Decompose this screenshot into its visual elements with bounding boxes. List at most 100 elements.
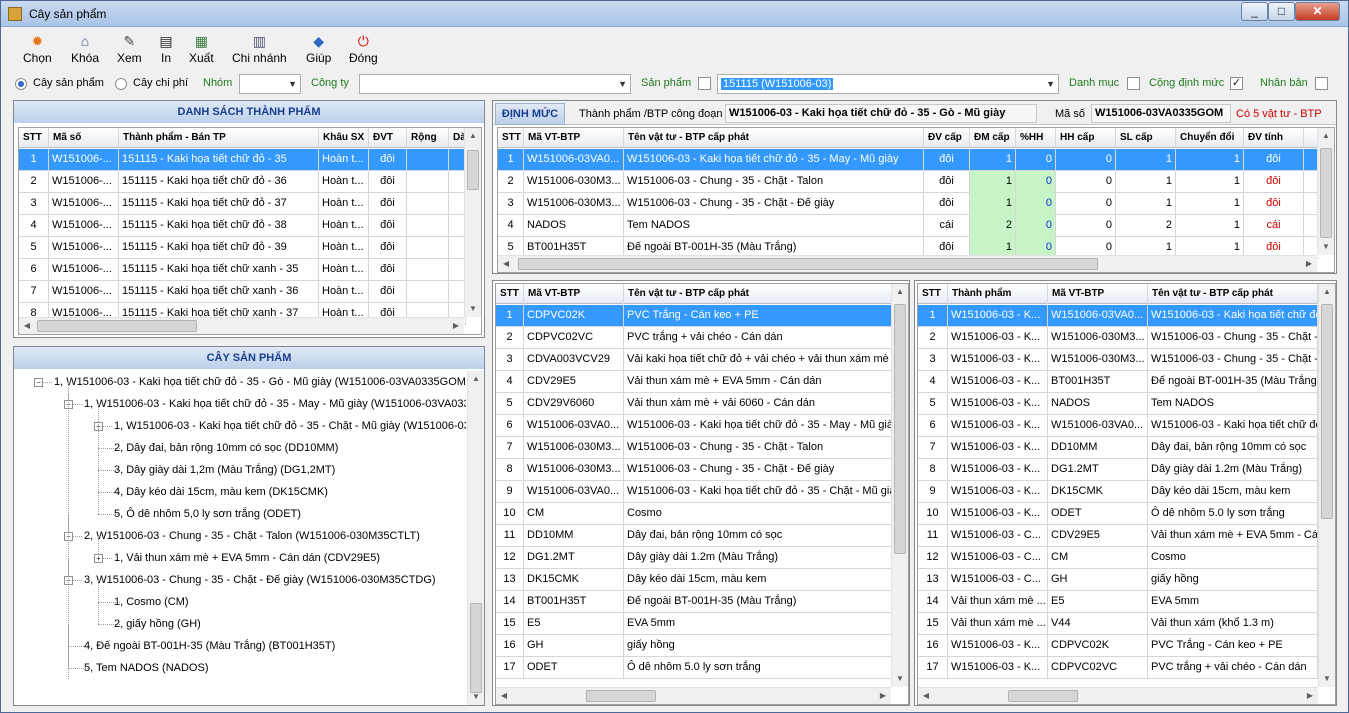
- mapping-row[interactable]: 11 W151006-03 - C... CDV29E5 Vải thun xám m…: [918, 525, 1320, 547]
- column-header[interactable]: Tên vật tư - BTP cấp phát: [624, 128, 924, 148]
- column-header[interactable]: ĐV cấp: [924, 128, 970, 148]
- material-row[interactable]: 16 GH giấy hồng: [496, 635, 893, 657]
- scroll-thumb[interactable]: [894, 304, 906, 554]
- column-header[interactable]: %HH: [1016, 128, 1056, 148]
- material-row[interactable]: 6 W151006-03VA0... W151006-03 - Kaki họa t…: [496, 415, 893, 437]
- scroll-down-icon[interactable]: ▼: [1319, 671, 1335, 687]
- toolbar-button-lock[interactable]: ⌂ Khóa: [71, 33, 99, 69]
- material-row[interactable]: 7 W151006-030M3... W151006-03 - Chung - 35…: [496, 437, 893, 459]
- product-combo[interactable]: 151115 (W151006-03) ▼: [717, 74, 1059, 94]
- tree-node[interactable]: 2, giấy hồng (GH): [114, 613, 201, 635]
- toolbar-button-printer[interactable]: ▤ In: [157, 33, 175, 69]
- mapping-row[interactable]: 13 W151006-03 - C... GH giấy hồng: [918, 569, 1320, 591]
- scroll-up-icon[interactable]: ▲: [892, 284, 908, 300]
- column-header[interactable]: SL cấp: [1116, 128, 1176, 148]
- material-row[interactable]: 5 CDV29V6060 Vải thun xám mè + vải 6060 - …: [496, 393, 893, 415]
- scroll-up-icon[interactable]: ▲: [465, 128, 481, 144]
- column-header[interactable]: Mã VT-BTP: [524, 128, 624, 148]
- tree-vertical-scrollbar[interactable]: ▲ ▼: [467, 371, 484, 705]
- scroll-right-icon[interactable]: ▶: [448, 318, 464, 334]
- column-header[interactable]: STT: [918, 284, 948, 304]
- material-row[interactable]: 12 DG1.2MT Dây giày dài 1.2m (Màu Trắng): [496, 547, 893, 569]
- column-header[interactable]: ĐM cấp: [970, 128, 1016, 148]
- finished-product-row[interactable]: 5 W151006-... 151115 - Kaki họa tiết chữ đ…: [19, 237, 466, 259]
- finished-product-row[interactable]: 4 W151006-... 151115 - Kaki họa tiết chữ đ…: [19, 215, 466, 237]
- mapping-row[interactable]: 16 W151006-03 - K... CDPVC02K PVC Trắng - C…: [918, 635, 1320, 657]
- tree-node[interactable]: 2, W151006-03 - Chung - 35 - Chặt - Talo…: [84, 525, 420, 547]
- finished-product-row[interactable]: 7 W151006-... 151115 - Kaki họa tiết chữ x…: [19, 281, 466, 303]
- scroll-left-icon[interactable]: ◀: [19, 318, 35, 334]
- g-finished-vertical-scrollbar[interactable]: ▲ ▼: [464, 128, 481, 317]
- material-row[interactable]: 17 ODET Ô dê nhôm 5.0 ly sơn trắng: [496, 657, 893, 679]
- material-row[interactable]: 13 DK15CMK Dây kéo dài 15cm, màu kem: [496, 569, 893, 591]
- material-row[interactable]: 15 E5 EVA 5mm: [496, 613, 893, 635]
- finished-product-row[interactable]: 3 W151006-... 151115 - Kaki họa tiết chữ đ…: [19, 193, 466, 215]
- norm-row[interactable]: 3 W151006-030M3... W151006-03 - Chung - 35…: [498, 193, 1319, 215]
- column-header[interactable]: ĐVT: [369, 128, 407, 148]
- mapping-row[interactable]: 10 W151006-03 - K... ODET Ô dê nhôm 5.0 ly …: [918, 503, 1320, 525]
- product-tree-radio[interactable]: [15, 78, 27, 90]
- g-map-vertical-scrollbar[interactable]: ▲ ▼: [1318, 284, 1335, 687]
- mapping-row[interactable]: 17 W151006-03 - K... CDPVC02VC PVC trắng + …: [918, 657, 1320, 679]
- tree-node[interactable]: 2, Dây đai, bản rộng 10mm có sọc (DD10MM…: [114, 437, 338, 459]
- column-header[interactable]: STT: [496, 284, 524, 304]
- scroll-thumb[interactable]: [1008, 690, 1078, 702]
- column-header[interactable]: ĐV tính: [1244, 128, 1304, 148]
- scroll-thumb[interactable]: [518, 258, 1098, 270]
- material-row[interactable]: 4 CDV29E5 Vải thun xám mè + EVA 5mm - Cán …: [496, 371, 893, 393]
- scroll-down-icon[interactable]: ▼: [468, 689, 484, 705]
- mapping-row[interactable]: 8 W151006-03 - K... DG1.2MT Dây giày dài 1.…: [918, 459, 1320, 481]
- material-row[interactable]: 11 DD10MM Dây đai, bản rộng 10mm có sọc: [496, 525, 893, 547]
- column-header[interactable]: Tên vật tư - BTP cấp phát: [624, 284, 892, 304]
- maximize-button[interactable]: □: [1268, 2, 1295, 21]
- tree-node[interactable]: 3, Dây giày dài 1,2m (Màu Trắng) (DG1,2M…: [114, 459, 335, 481]
- toolbar-button-view[interactable]: ✎ Xem: [117, 33, 142, 69]
- finished-product-row[interactable]: 6 W151006-... 151115 - Kaki họa tiết chữ x…: [19, 259, 466, 281]
- g-mat-horizontal-scrollbar[interactable]: ◀ ▶: [496, 687, 891, 704]
- toolbar-button-gear[interactable]: ✹ Chọn: [23, 33, 52, 69]
- g-map-horizontal-scrollbar[interactable]: ◀ ▶: [918, 687, 1318, 704]
- scroll-right-icon[interactable]: ▶: [1302, 688, 1318, 704]
- scroll-thumb[interactable]: [467, 150, 479, 190]
- toolbar-button-help[interactable]: ◆ Giúp: [306, 33, 331, 69]
- scroll-up-icon[interactable]: ▲: [1319, 284, 1335, 300]
- mapping-row[interactable]: 9 W151006-03 - K... DK15CMK Dây kéo dài 15c…: [918, 481, 1320, 503]
- toolbar-button-power[interactable]: ⏻ Đóng: [349, 33, 378, 69]
- norm-row[interactable]: 4 NADOS Tem NADOS cái 2 0 0 2 1 cái: [498, 215, 1319, 237]
- cost-tree-radio[interactable]: [115, 78, 127, 90]
- scroll-up-icon[interactable]: ▲: [1318, 128, 1334, 144]
- mapping-row[interactable]: 7 W151006-03 - K... DD10MM Dây đai, bản rộn…: [918, 437, 1320, 459]
- column-header[interactable]: STT: [498, 128, 524, 148]
- mapping-row[interactable]: 4 W151006-03 - K... BT001H35T Đế ngoài BT-0…: [918, 371, 1320, 393]
- column-header[interactable]: Thành phẩm: [948, 284, 1048, 304]
- column-header[interactable]: Thành phẩm - Bán TP: [119, 128, 319, 148]
- tree-node[interactable]: 1, W151006-03 - Kaki họa tiết chữ đỏ - 3…: [114, 415, 466, 437]
- tree-node[interactable]: 4, Đế ngoài BT-001H-35 (Màu Trắng) (BT00…: [84, 635, 335, 657]
- toolbar-button-export[interactable]: ▦ Xuất: [189, 33, 214, 69]
- tab-norm[interactable]: ĐỊNH MỨC: [495, 103, 565, 125]
- material-row[interactable]: 14 BT001H35T Đế ngoài BT-001H-35 (Màu Trắn…: [496, 591, 893, 613]
- toolbar-button-branch[interactable]: ▥ Chi nhánh: [232, 33, 287, 69]
- column-header[interactable]: Khâu SX: [319, 128, 369, 148]
- mapping-row[interactable]: 1 W151006-03 - K... W151006-03VA0... W15100…: [918, 305, 1320, 327]
- column-header[interactable]: Chuyển đổi: [1176, 128, 1244, 148]
- company-combo[interactable]: ▼: [359, 74, 631, 94]
- mapping-row[interactable]: 15 Vải thun xám mè ... V44 Vải thun xám (kh…: [918, 613, 1320, 635]
- tree-node[interactable]: 1, Vải thun xám mè + EVA 5mm - Cán dán (…: [114, 547, 380, 569]
- tree-node[interactable]: 5, Ô dê nhôm 5,0 ly sơn trắng (ODET): [114, 503, 301, 525]
- scroll-down-icon[interactable]: ▼: [892, 671, 908, 687]
- g-norm-horizontal-scrollbar[interactable]: ◀ ▶: [498, 255, 1317, 272]
- scroll-up-icon[interactable]: ▲: [468, 371, 484, 387]
- column-header[interactable]: Mã số: [49, 128, 119, 148]
- material-row[interactable]: 9 W151006-03VA0... W151006-03 - Kaki họa t…: [496, 481, 893, 503]
- expand-icon[interactable]: +: [94, 554, 103, 563]
- tree-node[interactable]: 1, W151006-03 - Kaki họa tiết chữ đỏ - 3…: [84, 393, 466, 415]
- scroll-left-icon[interactable]: ◀: [918, 688, 934, 704]
- scroll-down-icon[interactable]: ▼: [1318, 239, 1334, 255]
- finished-product-row[interactable]: 2 W151006-... 151115 - Kaki họa tiết chữ đ…: [19, 171, 466, 193]
- category-checkbox[interactable]: [1127, 77, 1140, 90]
- column-header[interactable]: Rộng: [407, 128, 449, 148]
- column-header[interactable]: STT: [19, 128, 49, 148]
- scroll-thumb[interactable]: [470, 603, 482, 693]
- mapping-row[interactable]: 14 Vải thun xám mè ... E5 EVA 5mm: [918, 591, 1320, 613]
